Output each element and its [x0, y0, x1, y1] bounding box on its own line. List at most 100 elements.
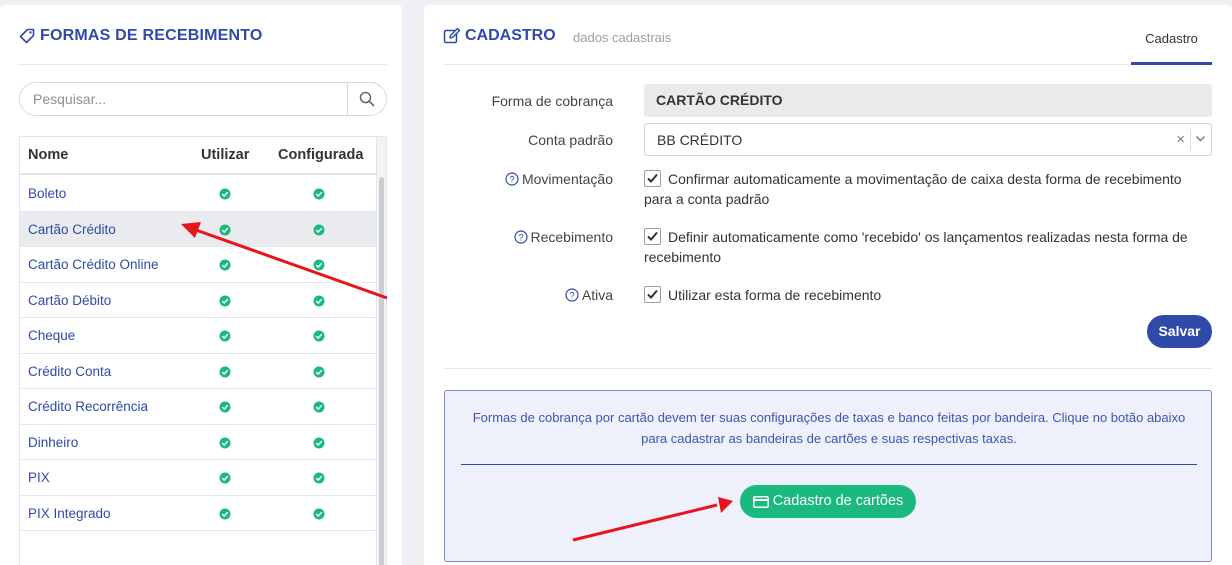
forma-cobranca-field: CARTÃO CRÉDITO	[644, 84, 1212, 117]
row-name-link[interactable]: PIX	[28, 470, 50, 485]
table-row[interactable]: Boleto	[20, 176, 376, 212]
cadastro-panel: CADASTRO dados cadastrais Cadastro Forma…	[424, 5, 1232, 565]
table-body: Boleto Cartão Crédito Cartão Crédito Onlin…	[20, 176, 376, 531]
help-icon[interactable]: ?	[565, 288, 579, 302]
movimentacao-label-group: ? Movimentação	[424, 171, 613, 187]
movimentacao-checkbox[interactable]	[644, 170, 661, 187]
table-row[interactable]: Dinheiro	[20, 425, 376, 460]
recebimento-option: Definir automaticamente como 'recebido' …	[644, 227, 1212, 267]
cadastro-cartoes-button[interactable]: Cadastro de cartões	[740, 485, 916, 518]
configurada-status	[313, 365, 325, 383]
clear-icon[interactable]: ×	[1176, 131, 1185, 148]
table-header: Nome Utilizar Configurada	[20, 137, 376, 175]
check-circle-icon	[313, 330, 325, 342]
check-icon	[647, 173, 658, 183]
row-name-link[interactable]: Crédito Conta	[28, 364, 111, 379]
configurada-status	[313, 507, 325, 525]
movimentacao-text: Confirmar automaticamente a movimentação…	[644, 171, 1182, 207]
credit-card-icon	[752, 495, 769, 508]
recebimento-label: Recebimento	[530, 229, 614, 245]
formas-recebimento-panel: FORMAS DE RECEBIMENTO Nome Utilizar Conf…	[0, 5, 402, 565]
cartoes-info-text: Formas de cobrança por cartão devem ter …	[472, 410, 1186, 446]
check-circle-icon	[219, 472, 231, 484]
table-row[interactable]: Cartão Débito	[20, 283, 376, 318]
utilizar-status	[219, 400, 231, 418]
cartoes-info-box: Formas de cobrança por cartão devem ter …	[444, 390, 1212, 562]
utilizar-status	[219, 187, 231, 205]
info-divider	[461, 464, 1197, 465]
search-icon	[359, 91, 375, 107]
help-icon[interactable]: ?	[505, 172, 519, 186]
conta-padrao-select[interactable]: BB CRÉDITO ×	[644, 123, 1212, 156]
select-separator	[1190, 129, 1191, 150]
page-subtitle: dados cadastrais	[573, 30, 672, 45]
formas-table: Nome Utilizar Configurada Boleto Cartão C…	[19, 136, 387, 565]
help-icon[interactable]: ?	[513, 230, 528, 244]
utilizar-status	[219, 258, 231, 276]
row-name-link[interactable]: Cartão Crédito Online	[28, 257, 159, 272]
ativa-option: Utilizar esta forma de recebimento	[644, 285, 1212, 305]
table-row[interactable]: Crédito Recorrência	[20, 389, 376, 425]
search-input[interactable]	[20, 83, 347, 115]
ativa-label-group: ? Ativa	[424, 287, 613, 303]
section-divider	[443, 368, 1212, 369]
row-name-link[interactable]: Crédito Recorrência	[28, 399, 148, 414]
table-row[interactable]: Crédito Conta	[20, 354, 376, 389]
check-circle-icon	[219, 259, 231, 271]
chevron-down-icon[interactable]	[1195, 133, 1206, 144]
row-name-link[interactable]: PIX Integrado	[28, 506, 111, 521]
table-row[interactable]: Cartão Crédito	[20, 211, 376, 247]
check-circle-icon	[219, 437, 231, 448]
table-row[interactable]: Cheque	[20, 318, 376, 354]
tab-cadastro[interactable]: Cadastro	[1131, 31, 1212, 65]
check-circle-icon	[219, 330, 231, 342]
movimentacao-option: Confirmar automaticamente a movimentação…	[644, 169, 1212, 209]
check-circle-icon	[313, 366, 325, 377]
check-circle-icon	[219, 508, 231, 519]
svg-text:?: ?	[569, 291, 574, 302]
column-header-nome[interactable]: Nome	[28, 147, 68, 163]
page-title: CADASTRO	[465, 27, 556, 44]
table-row[interactable]: PIX	[20, 460, 376, 496]
configurada-status	[313, 400, 325, 418]
svg-text:?: ?	[518, 233, 523, 244]
panel-title: FORMAS DE RECEBIMENTO	[40, 27, 263, 44]
check-circle-icon	[313, 437, 325, 448]
check-circle-icon	[219, 224, 231, 235]
ativa-checkbox[interactable]	[644, 286, 661, 303]
recebimento-checkbox[interactable]	[644, 228, 661, 245]
recebimento-text: Definir automaticamente como 'recebido' …	[644, 229, 1188, 265]
search-box	[19, 82, 387, 116]
column-header-utilizar[interactable]: Utilizar	[201, 147, 249, 163]
utilizar-status	[219, 507, 231, 525]
cadastro-cartoes-label: Cadastro de cartões	[772, 493, 904, 509]
column-header-configurada[interactable]: Configurada	[278, 147, 363, 163]
table-row[interactable]: PIX Integrado	[20, 496, 376, 531]
check-circle-icon	[313, 508, 325, 519]
check-circle-icon	[219, 295, 231, 306]
check-circle-icon	[313, 188, 325, 200]
movimentacao-label: Movimentação	[521, 171, 613, 187]
configurada-status	[313, 294, 325, 312]
search-button[interactable]	[347, 83, 386, 115]
conta-padrao-value: BB CRÉDITO	[657, 132, 743, 148]
check-circle-icon	[313, 295, 325, 306]
check-icon	[647, 289, 658, 299]
utilizar-status	[219, 223, 231, 241]
row-name-link[interactable]: Cheque	[28, 328, 75, 343]
recebimento-label-group: ? Recebimento	[424, 229, 613, 245]
save-button[interactable]: Salvar	[1147, 315, 1212, 348]
scrollbar-thumb[interactable]	[379, 177, 384, 565]
edit-icon	[443, 27, 461, 44]
row-name-link[interactable]: Cartão Débito	[28, 293, 111, 308]
configurada-status	[313, 329, 325, 347]
row-name-link[interactable]: Boleto	[28, 186, 66, 201]
utilizar-status	[219, 365, 231, 383]
table-scrollbar[interactable]	[376, 137, 386, 565]
check-circle-icon	[313, 259, 325, 271]
check-circle-icon	[313, 472, 325, 484]
row-name-link[interactable]: Cartão Crédito	[28, 222, 116, 237]
row-name-link[interactable]: Dinheiro	[28, 435, 78, 450]
table-row[interactable]: Cartão Crédito Online	[20, 247, 376, 283]
tag-icon	[19, 28, 35, 44]
